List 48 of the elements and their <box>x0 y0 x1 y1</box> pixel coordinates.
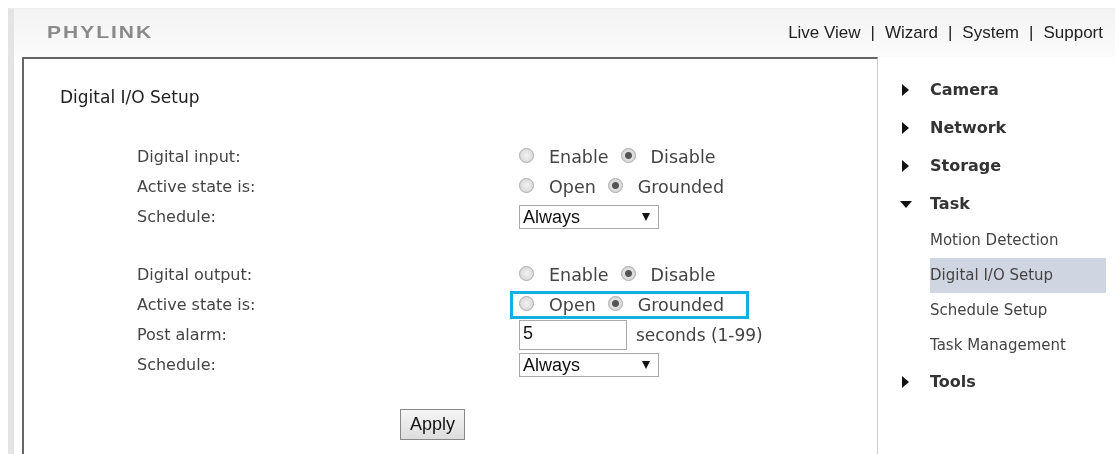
logo: PHYLINK <box>47 24 154 42</box>
radio-label: Open <box>549 295 596 315</box>
apply-button[interactable]: Apply <box>400 409 466 440</box>
submenu-item[interactable]: Task Management <box>930 328 1106 363</box>
field-label: Digital input: <box>137 146 242 168</box>
schedule-dropdown[interactable]: Always <box>519 353 659 377</box>
radio-label: Enable <box>549 265 609 285</box>
sidebar-item[interactable]: Task <box>930 185 1106 223</box>
sidebar-item[interactable]: Camera <box>930 71 1106 109</box>
radio-button[interactable] <box>620 265 636 281</box>
caret-icon <box>642 213 650 221</box>
radio-label: Disable <box>650 147 716 167</box>
sidebar-item[interactable]: Storage <box>930 147 1106 185</box>
unit-label: seconds (1-99) <box>636 325 763 345</box>
sidebar-item[interactable]: Network <box>930 109 1106 147</box>
caret-icon <box>642 361 650 369</box>
nav-link[interactable]: Wizard <box>885 23 938 43</box>
sidebar-item[interactable]: Tools <box>930 363 1106 401</box>
radio-button[interactable] <box>607 295 623 311</box>
radio-button[interactable] <box>607 177 623 193</box>
nav-link[interactable]: Support <box>1043 23 1103 43</box>
radio-button[interactable] <box>519 177 534 193</box>
nav-link[interactable]: Live View <box>788 23 861 43</box>
field-label: Post alarm: <box>137 324 228 346</box>
field-label: Active state is: <box>137 176 257 198</box>
field-label: Schedule: <box>137 354 217 376</box>
field-label: Active state is: <box>137 294 257 316</box>
nav-link[interactable]: System <box>962 23 1020 43</box>
radio-button[interactable] <box>519 147 534 163</box>
field-label: Schedule: <box>137 206 217 228</box>
radio-label: Grounded <box>637 295 724 315</box>
number-field[interactable]: 5 <box>519 320 627 350</box>
radio-label: Enable <box>549 147 609 167</box>
submenu-item[interactable]: Motion Detection <box>930 223 1106 258</box>
submenu-item[interactable]: Digital I/O Setup <box>930 258 1106 293</box>
radio-button[interactable] <box>519 265 534 281</box>
radio-label: Disable <box>650 265 716 285</box>
panel-title: Digital I/O Setup <box>60 87 201 107</box>
schedule-dropdown[interactable]: Always <box>519 205 659 229</box>
field-label: Digital output: <box>137 264 254 286</box>
radio-button[interactable] <box>620 147 636 163</box>
radio-label: Grounded <box>637 177 724 197</box>
nav-separator: | <box>947 23 953 43</box>
radio-label: Open <box>549 177 596 197</box>
nav-separator: | <box>1029 23 1034 43</box>
radio-button[interactable] <box>519 295 534 311</box>
submenu-item[interactable]: Schedule Setup <box>930 293 1106 328</box>
nav-separator: | <box>870 23 875 43</box>
